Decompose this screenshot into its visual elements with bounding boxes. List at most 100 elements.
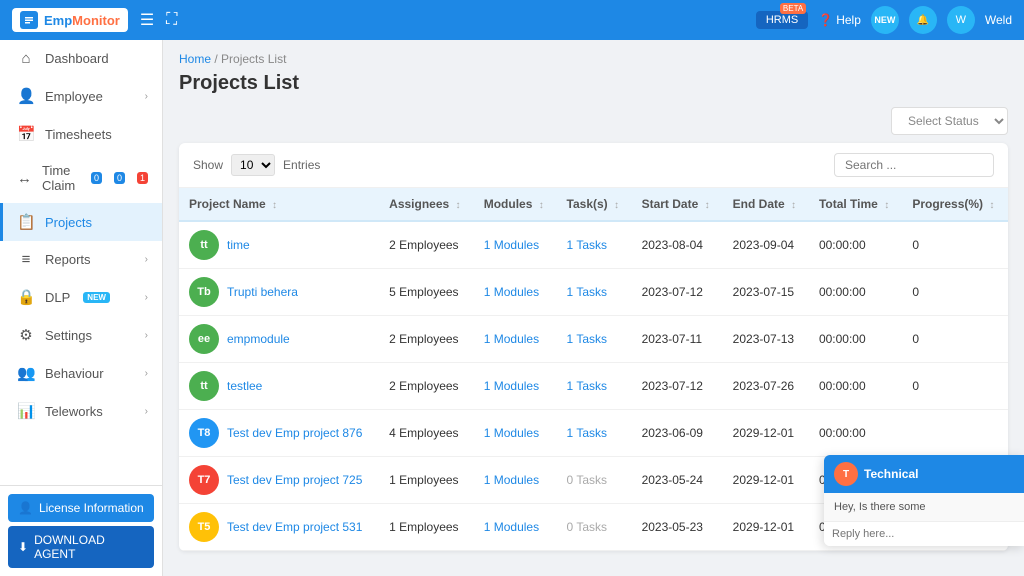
tasks-cell: 1 Tasks — [557, 363, 632, 410]
project-name-link[interactable]: Test dev Emp project 876 — [227, 426, 362, 440]
sort-icon[interactable]: ↕ — [705, 200, 710, 211]
project-avatar: T5 — [189, 512, 219, 542]
header-left: EmpMonitor ☰ ⛶ — [12, 8, 177, 32]
time-claim-badge-1: 0 — [91, 172, 102, 184]
assignees-cell: 1 Employees — [379, 457, 474, 504]
hrms-button[interactable]: BETA HRMS — [756, 11, 808, 29]
sidebar-item-projects[interactable]: 📋 Projects — [0, 203, 162, 241]
modules-link[interactable]: 1 Modules — [484, 285, 539, 299]
start-date-cell: 2023-05-23 — [632, 504, 723, 551]
col-start-date: Start Date ↕ — [632, 188, 723, 221]
sidebar: ⌂ Dashboard 👤 Employee › 📅 Timesheets ↔ … — [0, 40, 163, 576]
table-toolbar: Show 10 Entries — [179, 143, 1008, 188]
sort-icon[interactable]: ↕ — [791, 200, 796, 211]
project-name-link[interactable]: time — [227, 238, 250, 252]
project-name-link[interactable]: testlee — [227, 379, 262, 393]
project-name-link[interactable]: empmodule — [227, 332, 290, 346]
start-date-cell: 2023-08-04 — [632, 221, 723, 269]
top-controls: Select Status — [179, 107, 1008, 135]
modules-cell: 1 Modules — [474, 316, 557, 363]
table-header-row: Project Name ↕ Assignees ↕ Modules ↕ Tas… — [179, 188, 1008, 221]
sort-icon[interactable]: ↕ — [272, 200, 277, 211]
assignees-cell: 4 Employees — [379, 410, 474, 457]
assignees-cell: 5 Employees — [379, 269, 474, 316]
project-avatar: tt — [189, 371, 219, 401]
end-date-cell: 2023-09-04 — [723, 221, 809, 269]
sort-icon[interactable]: ↕ — [456, 200, 461, 211]
notifications-button[interactable]: NEW — [871, 6, 899, 34]
col-project-name: Project Name ↕ — [179, 188, 379, 221]
col-modules: Modules ↕ — [474, 188, 557, 221]
user-avatar[interactable]: W — [947, 6, 975, 34]
project-name-cell: tt testlee — [179, 363, 379, 410]
modules-cell: 1 Modules — [474, 410, 557, 457]
end-date-cell: 2029-12-01 — [723, 504, 809, 551]
dashboard-icon: ⌂ — [17, 50, 35, 67]
chat-widget: T Technical Hey, Is there some — [824, 455, 1024, 546]
project-name-cell: ee empmodule — [179, 316, 379, 363]
tasks-link[interactable]: 1 Tasks — [567, 238, 607, 252]
project-name-link[interactable]: Trupti behera — [227, 285, 298, 299]
help-button[interactable]: ❓ Help — [818, 13, 861, 27]
sort-icon[interactable]: ↕ — [614, 200, 619, 211]
tasks-link[interactable]: 1 Tasks — [567, 426, 607, 440]
sort-icon[interactable]: ↕ — [539, 200, 544, 211]
chat-agent-avatar: T — [834, 462, 858, 486]
tasks-cell: 1 Tasks — [557, 410, 632, 457]
search-input[interactable] — [834, 153, 994, 177]
end-date-cell: 2023-07-26 — [723, 363, 809, 410]
expand-button[interactable]: ⛶ — [166, 11, 177, 29]
tasks-link[interactable]: 1 Tasks — [567, 379, 607, 393]
tasks-link[interactable]: 1 Tasks — [567, 332, 607, 346]
entries-label: Entries — [283, 158, 320, 172]
status-select[interactable]: Select Status — [891, 107, 1008, 135]
sort-icon[interactable]: ↕ — [989, 200, 994, 211]
download-agent-button[interactable]: ⬇ DOWNLOAD AGENT — [8, 526, 154, 568]
modules-link[interactable]: 1 Modules — [484, 473, 539, 487]
tasks-link[interactable]: 0 Tasks — [567, 473, 607, 487]
sidebar-item-reports[interactable]: ≡ Reports › — [0, 241, 162, 278]
settings-icon: ⚙ — [17, 326, 35, 344]
start-date-cell: 2023-06-09 — [632, 410, 723, 457]
end-date-cell: 2029-12-01 — [723, 457, 809, 504]
sidebar-item-time-claim[interactable]: ↔ Time Claim 0 0 1 — [0, 153, 162, 203]
modules-link[interactable]: 1 Modules — [484, 426, 539, 440]
chat-header: T Technical — [824, 455, 1024, 493]
modules-cell: 1 Modules — [474, 504, 557, 551]
project-name-cell: T5 Test dev Emp project 531 — [179, 504, 379, 551]
license-info-button[interactable]: 👤 License Information — [8, 494, 154, 522]
sidebar-item-dlp[interactable]: 🔒 DLP NEW › — [0, 278, 162, 316]
col-total-time: Total Time ↕ — [809, 188, 902, 221]
dlp-new-badge: NEW — [83, 292, 110, 303]
bell-button[interactable]: 🔔 — [909, 6, 937, 34]
entries-select[interactable]: 10 — [231, 154, 275, 176]
sidebar-footer: 👤 License Information ⬇ DOWNLOAD AGENT — [0, 485, 162, 576]
sidebar-item-teleworks[interactable]: 📊 Teleworks › — [0, 392, 162, 430]
sidebar-item-settings[interactable]: ⚙ Settings › — [0, 316, 162, 354]
sort-icon[interactable]: ↕ — [884, 200, 889, 211]
modules-link[interactable]: 1 Modules — [484, 379, 539, 393]
modules-link[interactable]: 1 Modules — [484, 520, 539, 534]
start-date-cell: 2023-07-12 — [632, 269, 723, 316]
tasks-link[interactable]: 0 Tasks — [567, 520, 607, 534]
breadcrumb-home[interactable]: Home — [179, 52, 211, 66]
project-avatar: T8 — [189, 418, 219, 448]
modules-link[interactable]: 1 Modules — [484, 238, 539, 252]
sidebar-item-behaviour[interactable]: 👥 Behaviour › — [0, 354, 162, 392]
sidebar-item-dashboard[interactable]: ⌂ Dashboard — [0, 40, 162, 77]
sidebar-item-timesheets[interactable]: 📅 Timesheets — [0, 115, 162, 153]
project-name-link[interactable]: Test dev Emp project 725 — [227, 473, 362, 487]
logo-text: EmpMonitor — [44, 13, 120, 28]
sidebar-item-employee[interactable]: 👤 Employee › — [0, 77, 162, 115]
chat-reply-input[interactable] — [824, 522, 1024, 546]
hamburger-button[interactable]: ☰ — [140, 10, 154, 30]
modules-link[interactable]: 1 Modules — [484, 332, 539, 346]
teleworks-icon: 📊 — [17, 402, 35, 420]
tasks-link[interactable]: 1 Tasks — [567, 285, 607, 299]
project-name-link[interactable]: Test dev Emp project 531 — [227, 520, 362, 534]
progress-cell: 0 — [902, 221, 1008, 269]
total-time-cell: 00:00:00 — [809, 363, 902, 410]
assignees-cell: 1 Employees — [379, 504, 474, 551]
chat-message: Hey, Is there some — [824, 493, 1024, 521]
assignees-cell: 2 Employees — [379, 316, 474, 363]
